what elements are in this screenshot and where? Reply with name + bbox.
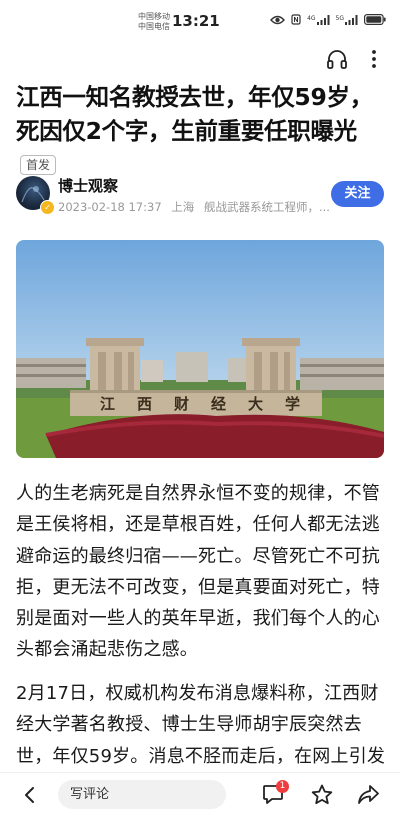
signal-2-label: 5G: [335, 14, 344, 22]
status-time: 13:21: [172, 12, 220, 30]
status-bar: 中国移动 中国电信 13:21 4G 5G: [0, 0, 400, 44]
battery-icon: [364, 14, 386, 25]
author-meta: 2023-02-18 17:37 上海 舰战武器系统工程师，...: [58, 199, 336, 215]
more-vertical-icon[interactable]: [368, 48, 380, 70]
bottom-action-bar: 写评论 1: [0, 772, 400, 817]
eye-icon: [270, 15, 286, 24]
carrier-2: 中国电信: [138, 22, 170, 31]
headphone-icon[interactable]: [326, 48, 348, 70]
carrier-1: 中国移动: [138, 12, 170, 21]
comment-input[interactable]: 写评论: [58, 780, 226, 809]
carrier-info: 中国移动 中国电信: [138, 12, 170, 32]
share-icon[interactable]: [357, 784, 379, 805]
article-title: 江西一知名教授去世，年仅59岁，死因仅2个字，生前重要任职曝光首发: [16, 80, 384, 182]
article-paragraph-1: 人的生老病死是自然界永恒不变的规律，不管是王侯将相，还是草根百姓，任何人都无法逃…: [16, 483, 380, 661]
signal-2-icon: 5G: [335, 14, 358, 25]
article-title-text: 江西一知名教授去世，年仅59岁，死因仅2个字，生前重要任职曝光: [16, 83, 373, 145]
verified-badge-icon: ✓: [40, 200, 55, 215]
first-publish-tag: 首发: [20, 155, 57, 175]
signal-1-label: 4G: [307, 14, 316, 22]
article-image[interactable]: 江西财经大学: [16, 240, 384, 458]
follow-button[interactable]: 关注: [331, 181, 384, 207]
star-icon[interactable]: [311, 784, 333, 805]
nfc-icon: [291, 14, 301, 25]
article-paragraph-2: 2月17日，权威机构发布消息爆料称，江西财经大学著名教授、博士生导师胡宇辰突然去…: [16, 683, 386, 767]
author-name[interactable]: 博士观察: [58, 175, 118, 196]
top-toolbar: [0, 44, 400, 74]
campus-sign-text: 江西财经大学: [100, 395, 323, 413]
publish-date: 2023-02-18 17:37: [58, 200, 162, 214]
author-bio: 舰战武器系统工程师，...: [203, 200, 330, 214]
signal-1-icon: 4G: [307, 14, 330, 25]
publish-location: 上海: [171, 200, 195, 214]
back-arrow-icon[interactable]: [20, 785, 40, 805]
status-icons: 4G 5G: [270, 14, 386, 25]
comment-count-badge: 1: [276, 780, 289, 793]
author-avatar[interactable]: ✓: [16, 176, 55, 215]
